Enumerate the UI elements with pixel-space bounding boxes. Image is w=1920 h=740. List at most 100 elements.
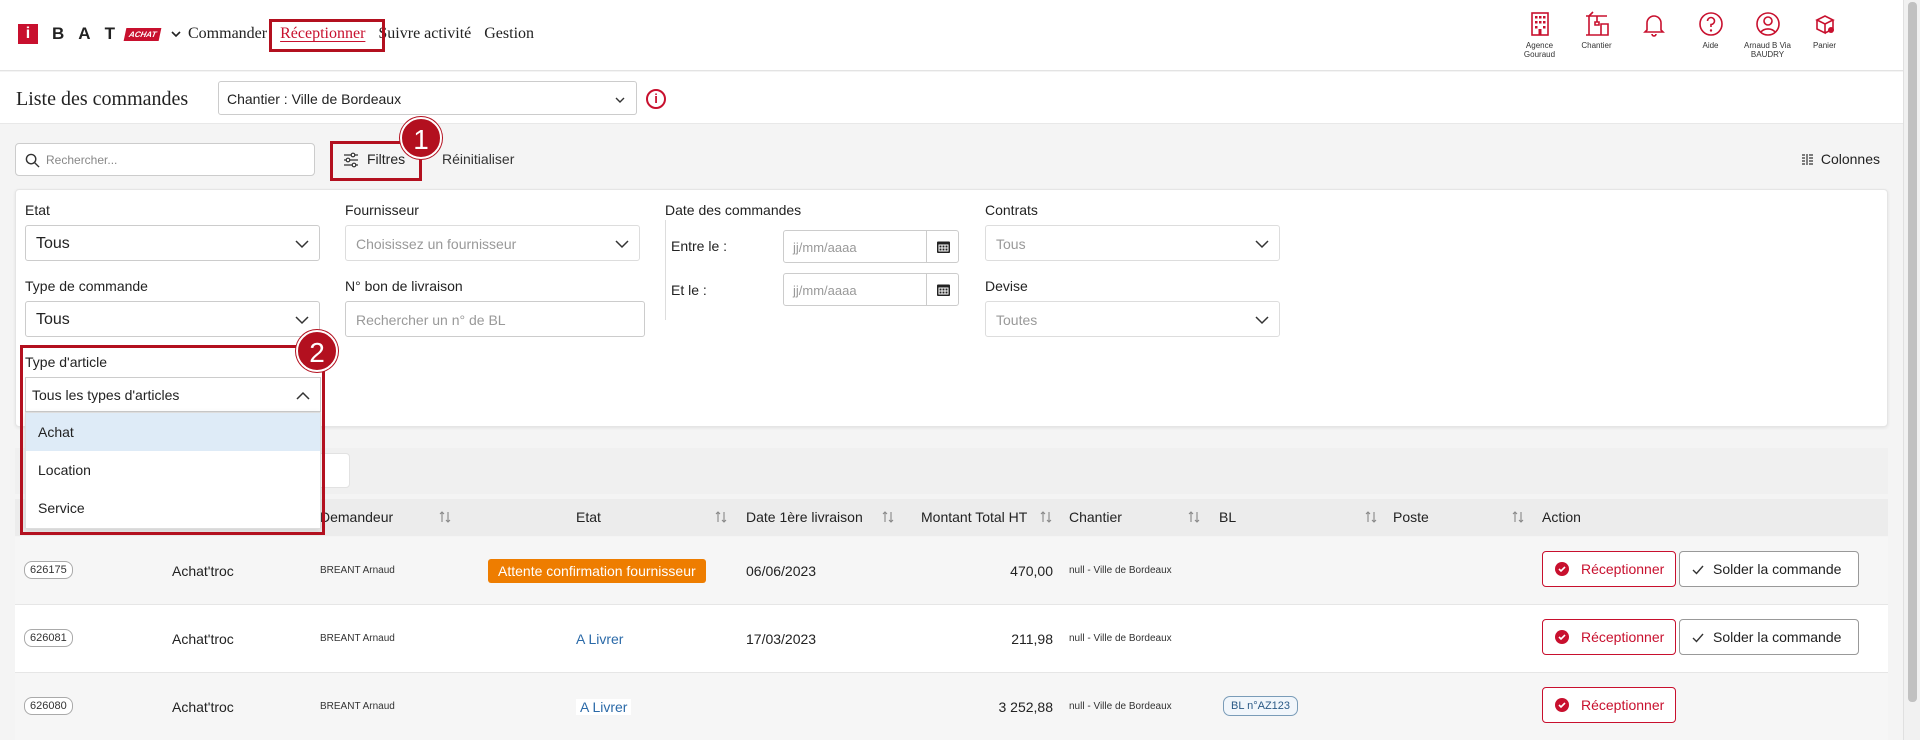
demandeur: BREANT Arnaud [320,701,395,712]
scrollbar-thumb[interactable] [1908,2,1917,702]
user-label: Arnaud B Via BAUDRY [1744,41,1791,59]
chevron-down-icon [295,316,309,325]
solder-label: Solder la commande [1713,561,1842,577]
nav-highlight-box [269,19,385,52]
sort-icon[interactable] [1512,510,1524,524]
contrats-select[interactable]: Tous [985,225,1280,261]
bl-input[interactable]: Rechercher un n° de BL [345,301,645,337]
type-commande-select[interactable]: Tous [25,301,320,337]
chantier: null - Ville de Bordeaux [1069,701,1172,712]
search-icon [25,153,40,168]
step-badge-1: 1 [400,117,442,159]
sort-icon[interactable] [882,510,894,524]
sort-icon[interactable] [715,510,727,524]
check-icon [1692,565,1704,575]
order-type: Achat'troc [172,631,234,647]
colonnes-button[interactable]: Colonnes [1801,151,1880,167]
check-circle-icon [1555,698,1569,712]
sort-icon[interactable] [1365,510,1377,524]
fournisseur-placeholder: Choisissez un fournisseur [356,236,517,252]
dropdown-highlight-box [20,345,325,535]
solder-button[interactable]: Solder la commande [1679,619,1859,655]
check-circle-icon [1555,562,1569,576]
header-icons: Agence Gouraud Chantier Aide Arnaud B Vi… [1511,10,1853,59]
dates-divider [665,220,666,320]
date-from-input[interactable]: jj/mm/aaaa [783,230,959,263]
table-row[interactable]: 626081 Achat'troc BREANT Arnaud A Livrer… [15,605,1888,673]
bl-placeholder: Rechercher un n° de BL [356,312,506,328]
etat-status-badge: Attente confirmation fournisseur [488,559,706,583]
calendar-button[interactable] [926,274,958,305]
nav-commander[interactable]: Commander [188,25,267,43]
check-circle-icon [1555,630,1569,644]
check-icon [1692,633,1704,643]
contrats-label: Contrats [985,202,1038,218]
etat-status-link[interactable]: A Livrer [576,631,623,647]
calendar-button[interactable] [926,231,958,262]
date-livraison: 06/06/2023 [746,563,817,579]
dates-label: Date des commandes [665,202,802,218]
cart-label: Panier [1812,41,1837,50]
bl-badge[interactable]: BL n°AZ123 [1223,696,1299,716]
chevron-down-icon[interactable] [170,28,182,40]
th-bl[interactable]: BL [1219,509,1236,525]
cart-button[interactable]: Panier [1796,10,1853,59]
app-header: i B A T ACHAT Commander Réceptionner Sui… [0,0,1903,71]
ibat-logo[interactable]: i B A T ACHAT [18,24,182,44]
chantier-select[interactable]: Chantier : Ville de Bordeaux [218,81,637,115]
sort-icon[interactable] [1040,510,1052,524]
demandeur: BREANT Arnaud [320,633,395,644]
th-chantier[interactable]: Chantier [1069,509,1122,525]
bl-label: N° bon de livraison [345,278,463,294]
receptionner-button[interactable]: Réceptionner [1542,619,1676,655]
search-input[interactable]: Rechercher... [15,143,315,176]
chevron-down-icon [1255,240,1269,249]
nav-gestion[interactable]: Gestion [484,25,534,43]
help-button[interactable]: Aide [1682,10,1739,59]
user-button[interactable]: Arnaud B Via BAUDRY [1739,10,1796,59]
solder-label: Solder la commande [1713,629,1842,645]
page-title: Liste des commandes [16,88,189,110]
info-icon[interactable]: i [646,89,666,109]
montant: 211,98 [1011,631,1053,647]
table-row[interactable]: 626175 Achat'troc BREANT Arnaud Attente … [15,537,1888,605]
solder-button[interactable]: Solder la commande [1679,551,1859,587]
sort-icon[interactable] [1188,510,1200,524]
date-to-input[interactable]: jj/mm/aaaa [783,273,959,306]
fournisseur-select[interactable]: Choisissez un fournisseur [345,225,640,261]
nav-suivre-activite[interactable]: Suivre activité [378,25,471,43]
reset-button[interactable]: Réinitialiser [442,151,514,167]
th-poste[interactable]: Poste [1393,509,1429,525]
th-date[interactable]: Date 1ère livraison [746,509,863,525]
order-id-badge[interactable]: 626080 [24,697,73,715]
order-id-badge[interactable]: 626175 [24,561,73,579]
agence-label: Agence Gouraud [1523,41,1556,59]
devise-select[interactable]: Toutes [985,301,1280,337]
order-id-badge[interactable]: 626081 [24,629,73,647]
etat-select[interactable]: Tous [25,225,320,261]
cart-icon [1814,15,1835,35]
entre-label: Entre le : [671,238,728,254]
contrats-select-value: Tous [996,236,1026,252]
receptionner-button[interactable]: Réceptionner [1542,687,1676,723]
colonnes-label: Colonnes [1820,151,1880,167]
receptionner-label: Réceptionner [1581,561,1665,577]
fournisseur-label: Fournisseur [345,202,419,218]
chevron-down-icon [1255,316,1269,325]
montant: 470,00 [1010,563,1053,579]
notifications-button[interactable] [1625,10,1682,59]
logo-letter-a: A [78,24,91,43]
sort-icon[interactable] [439,510,451,524]
logo-letter-b: B [52,24,65,43]
th-etat[interactable]: Etat [576,509,601,525]
th-demandeur[interactable]: Demandeur [320,509,393,525]
etat-status-link[interactable]: A Livrer [576,699,632,715]
table-row[interactable]: 626080 Achat'troc BREANT Arnaud A Livrer… [15,673,1888,740]
th-montant[interactable]: Montant Total HT [921,509,1027,525]
date-to-placeholder: jj/mm/aaaa [793,283,857,298]
devise-label: Devise [985,278,1028,294]
agence-button[interactable]: Agence Gouraud [1511,10,1568,59]
page-scrollbar[interactable] [1903,0,1920,740]
chantier-button[interactable]: Chantier [1568,10,1625,59]
receptionner-button[interactable]: Réceptionner [1542,551,1676,587]
